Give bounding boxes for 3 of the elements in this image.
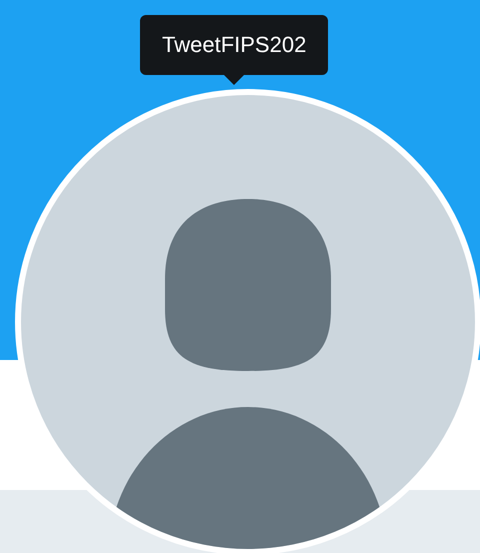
username-tooltip: TweetFIPS202 [140, 15, 328, 75]
default-avatar[interactable] [15, 89, 480, 553]
tooltip-pointer-icon [224, 75, 244, 85]
